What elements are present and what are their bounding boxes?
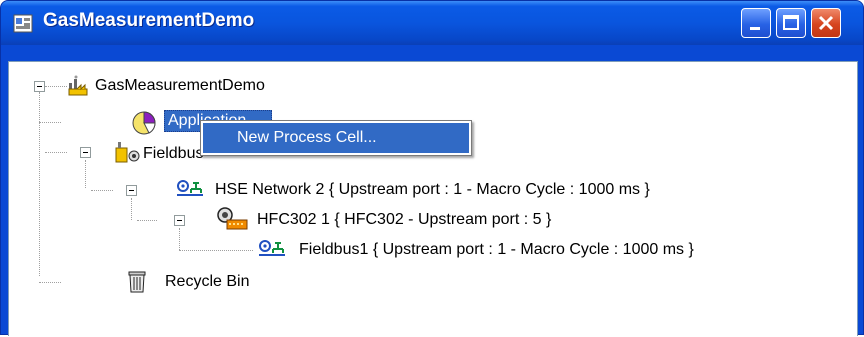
tree-line [91, 190, 113, 192]
tree-line [39, 122, 61, 124]
tree-view[interactable]: GasMeasurementDemo Application Fieldbus … [9, 62, 859, 337]
close-icon [818, 15, 834, 31]
expand-toggle-hse-network[interactable] [126, 185, 137, 196]
tree-line [179, 250, 253, 252]
minus-icon [177, 220, 182, 221]
tree-line [45, 86, 67, 88]
expand-toggle-root[interactable] [34, 81, 45, 92]
menu-item-new-process-cell[interactable]: New Process Cell... [203, 123, 469, 153]
network-icon [177, 180, 203, 196]
expand-toggle-hfc302[interactable] [174, 215, 185, 226]
device-icon [217, 207, 248, 230]
minimize-icon [750, 27, 760, 30]
tree-node-fieldbus-networks[interactable]: Fieldbus Networks [143, 144, 203, 164]
tree-node-fieldbus1[interactable]: Fieldbus1 { Upstream port : 1 - Macro Cy… [299, 240, 694, 260]
network-icon [259, 240, 285, 256]
tree-line [39, 282, 61, 284]
tree-node-hse-network[interactable]: HSE Network 2 { Upstream port : 1 - Macr… [215, 180, 650, 200]
tree-line [131, 198, 133, 220]
tree-line [179, 228, 181, 250]
app-window: GasMeasurementDemo GasMeasurementDemo Fi… [0, 0, 864, 336]
tree-node-root[interactable]: GasMeasurementDemo [95, 76, 265, 96]
app-icon [13, 14, 33, 33]
tree-line [85, 160, 87, 188]
expand-toggle-fieldbus-networks[interactable] [80, 147, 91, 158]
title-bar[interactable]: GasMeasurementDemo [1, 1, 863, 45]
close-button[interactable] [811, 8, 841, 38]
window-title: GasMeasurementDemo [43, 10, 255, 31]
context-menu: New Process Cell... [200, 120, 472, 156]
minus-icon [83, 152, 88, 153]
tree-panel: GasMeasurementDemo Application Fieldbus … [8, 61, 858, 336]
minus-icon [129, 190, 134, 191]
maximize-button[interactable] [776, 8, 806, 38]
tree-node-recycle-bin[interactable]: Recycle Bin [165, 272, 249, 292]
maximize-icon [783, 15, 799, 30]
tree-line [137, 220, 157, 222]
trash-icon [128, 271, 146, 293]
minimize-button[interactable] [741, 8, 771, 38]
plant-icon [68, 75, 88, 96]
pie-chart-icon [132, 111, 156, 135]
tree-line [39, 92, 41, 276]
minus-icon [37, 86, 42, 87]
tree-node-hfc302[interactable]: HFC302 1 { HFC302 - Upstream port : 5 } [257, 210, 551, 230]
tree-line [45, 152, 67, 154]
network-root-icon [115, 142, 140, 163]
